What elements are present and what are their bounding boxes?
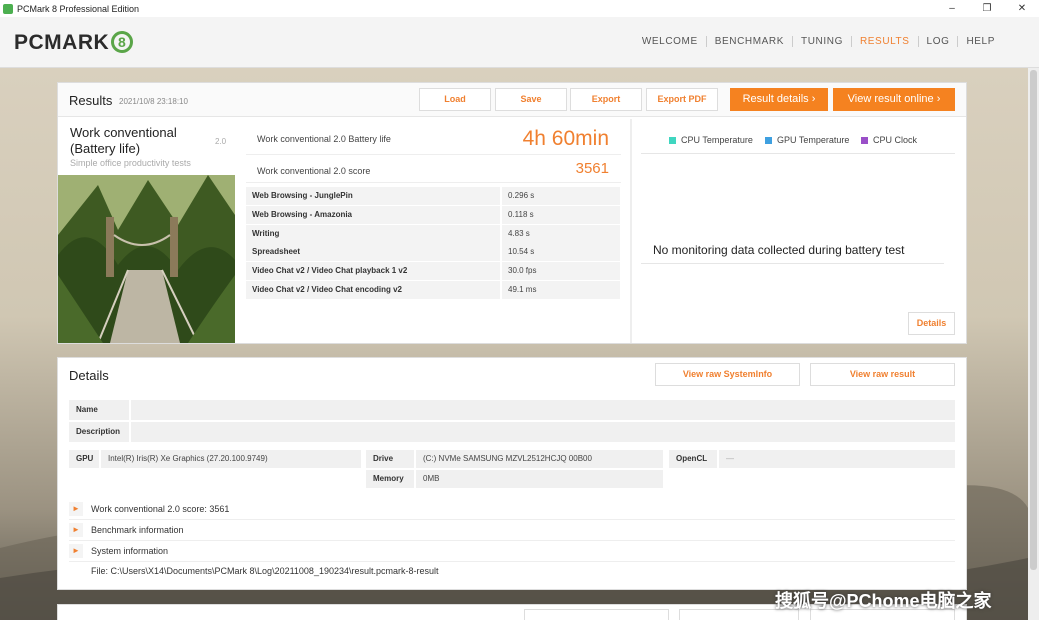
result-details-button[interactable]: Result details › xyxy=(730,88,828,111)
expander-system-info[interactable]: ► System information xyxy=(69,542,955,562)
details-panel: Details View raw SystemInfo View raw res… xyxy=(57,357,967,590)
expander-score[interactable]: ► Work conventional 2.0 score: 3561 xyxy=(69,500,955,520)
divider xyxy=(630,119,632,343)
legend-cpu-clock: CPU Clock xyxy=(861,135,917,145)
battery-life-label: Work conventional 2.0 Battery life xyxy=(257,134,391,144)
legend-swatch xyxy=(765,136,772,144)
maximize-button[interactable]: ❐ xyxy=(970,0,1004,17)
memory-value: 0MB xyxy=(416,470,663,488)
scrollbar-thumb[interactable] xyxy=(1030,70,1037,570)
nav-welcome[interactable]: WELCOME xyxy=(634,36,707,47)
battery-life-value: 4h 60min xyxy=(522,127,609,150)
divider xyxy=(641,263,944,264)
nav-tuning[interactable]: TUNING xyxy=(793,36,852,47)
expander-benchmark-info[interactable]: ► Benchmark information xyxy=(69,521,955,541)
name-label: Name xyxy=(69,400,129,420)
app-header: PCMARK 8 WELCOME BENCHMARK TUNING RESULTS… xyxy=(0,17,1039,68)
pcmark-logo: PCMARK 8 xyxy=(14,31,134,55)
legend-gpu-temp: GPU Temperature xyxy=(765,135,849,145)
test-name: Work conventional (Battery life) xyxy=(70,125,177,156)
memory-label: Memory xyxy=(366,470,414,488)
legend-cpu-temp: CPU Temperature xyxy=(669,135,753,145)
opencl-label: OpenCL xyxy=(669,450,717,468)
view-raw-result-button[interactable]: View raw result xyxy=(810,363,955,386)
view-result-online-button[interactable]: View result online › xyxy=(833,88,955,111)
nav-log[interactable]: LOG xyxy=(919,36,959,47)
title-bar: PCMark 8 Professional Edition – ❐ ✕ xyxy=(0,0,1039,17)
nav-results[interactable]: RESULTS xyxy=(852,36,919,47)
view-raw-sysinfo-button[interactable]: View raw SystemInfo xyxy=(655,363,800,386)
chevron-right-icon: › xyxy=(811,93,816,105)
score-label: Work conventional 2.0 score xyxy=(257,166,371,176)
minimize-button[interactable]: – xyxy=(935,0,969,17)
results-header: Results 2021/10/8 23:18:10 Load Save Exp… xyxy=(58,83,966,117)
opencl-value: — xyxy=(719,450,955,468)
legend-swatch xyxy=(861,136,868,144)
export-pdf-button[interactable]: Export PDF xyxy=(646,88,718,111)
details-button[interactable]: Details xyxy=(908,312,955,335)
load-button[interactable]: Load xyxy=(419,88,491,111)
test-image-rope-bridge xyxy=(58,175,235,343)
result-file-path: File: C:\Users\X14\Documents\PCMark 8\Lo… xyxy=(91,566,439,576)
description-label: Description xyxy=(69,422,129,442)
save-button[interactable]: Save xyxy=(495,88,567,111)
gpu-value: Intel(R) Iris(R) Xe Graphics (27.20.100.… xyxy=(101,450,361,468)
test-version: 2.0 xyxy=(215,137,227,146)
battery-life-box: Work conventional 2.0 Battery life 4h 60… xyxy=(246,123,621,155)
drive-label: Drive xyxy=(366,450,414,468)
expand-arrow-icon: ► xyxy=(69,523,83,537)
results-panel: Results 2021/10/8 23:18:10 Load Save Exp… xyxy=(57,82,967,344)
legend-swatch xyxy=(669,136,676,144)
window-title: PCMark 8 Professional Edition xyxy=(17,3,140,14)
nav-help[interactable]: HELP xyxy=(958,36,1003,47)
details-title: Details xyxy=(69,368,109,383)
main-nav: WELCOME BENCHMARK TUNING RESULTS LOG HEL… xyxy=(634,36,1003,47)
description-value xyxy=(131,422,955,442)
divider xyxy=(641,153,955,154)
name-value xyxy=(131,400,955,420)
scrollbar[interactable] xyxy=(1028,68,1039,620)
app-icon xyxy=(3,3,13,14)
score-value: 3561 xyxy=(575,160,609,177)
gpu-label: GPU xyxy=(69,450,99,468)
expand-arrow-icon: ► xyxy=(69,502,83,516)
close-button[interactable]: ✕ xyxy=(1005,0,1039,17)
drive-value: (C:) NVMe SAMSUNG MZVL2512HCJQ 00B00 xyxy=(416,450,663,468)
test-subtitle: Simple office productivity tests xyxy=(70,158,191,168)
score-box: Work conventional 2.0 score 3561 xyxy=(246,157,621,183)
expand-arrow-icon: ► xyxy=(69,544,83,558)
chevron-right-icon: › xyxy=(936,93,941,105)
no-monitoring-message: No monitoring data collected during batt… xyxy=(653,243,905,257)
results-title: Results xyxy=(69,93,113,108)
export-button[interactable]: Export xyxy=(570,88,642,111)
results-date: 2021/10/8 23:18:10 xyxy=(119,97,188,106)
watermark: 搜狐号@PChome电脑之家 xyxy=(775,591,992,611)
nav-benchmark[interactable]: BENCHMARK xyxy=(707,36,794,47)
panel-button[interactable] xyxy=(524,609,669,620)
